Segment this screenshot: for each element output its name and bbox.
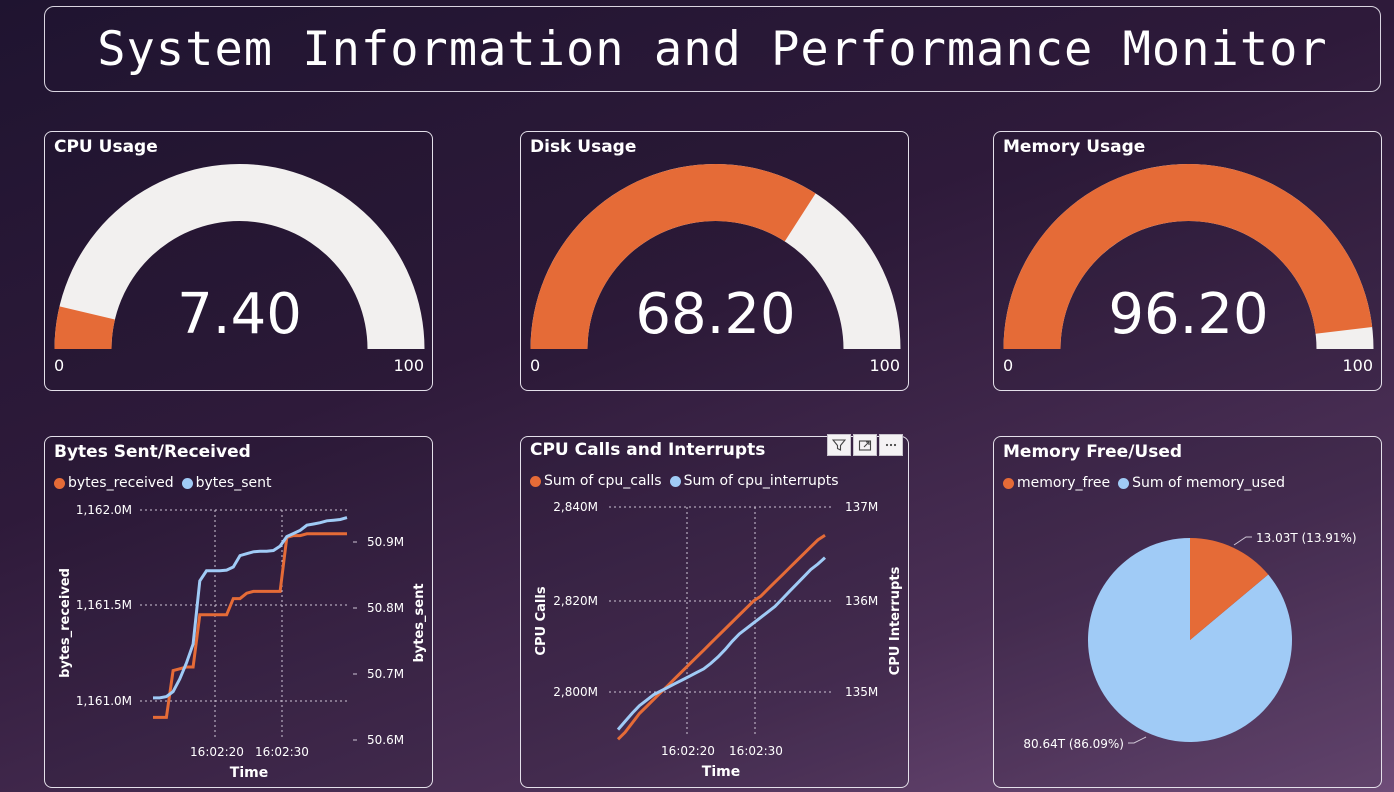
y-tick-left: 2,820M [553, 594, 598, 608]
gauge-max-label: 100 [393, 356, 424, 375]
filter-icon[interactable] [827, 434, 851, 456]
cpu-calls-interrupts-card[interactable]: CPU Calls and Interrupts Sum of cpu_call… [520, 436, 909, 788]
gauge-min-label: 0 [1003, 356, 1014, 375]
more-options-icon[interactable] [879, 434, 903, 456]
pie-data-label-used: 80.64T (86.09%) [1023, 737, 1124, 751]
pie-data-label-free: 13.03T (13.91%) [1256, 531, 1357, 545]
y-tick-left: 1,161.5M [76, 598, 132, 612]
right-ticks-marks [353, 541, 357, 741]
memory-usage-card[interactable]: Memory Usage 96.20 0 100 [993, 131, 1382, 391]
y-axis-label-left: CPU Calls [534, 586, 549, 655]
cpu-gauge [54, 164, 425, 349]
gauge-value: 68.20 [635, 282, 796, 347]
cpu-line-chart: 2,840M 2,820M 2,800M 137M 136M 135M 16:0… [534, 500, 903, 780]
bytes-line-chart: 1,162.0M 1,161.5M 1,161.0M 50.9M 50.8M 5… [58, 503, 427, 781]
y-tick-right: 137M [845, 500, 878, 514]
gauge-min-label: 0 [530, 356, 541, 375]
leader-line-used [1128, 736, 1147, 744]
grid [609, 506, 833, 735]
y-tick-right: 50.6M [367, 733, 404, 747]
x-axis-label: Time [230, 765, 268, 781]
x-tick: 16:02:20 [661, 744, 715, 758]
gauge-min-label: 0 [54, 356, 65, 375]
disk-gauge [530, 164, 901, 349]
y-tick-right: 50.9M [367, 535, 404, 549]
page-title: System Information and Performance Monit… [97, 21, 1328, 77]
gauge-value: 96.20 [1108, 282, 1269, 347]
x-tick: 16:02:30 [255, 745, 309, 759]
y-tick-left: 2,840M [553, 500, 598, 514]
y-tick-right: 50.7M [367, 667, 404, 681]
cpu-usage-card[interactable]: CPU Usage 7.40 0 100 [44, 131, 433, 391]
gauge-value: 7.40 [177, 282, 302, 347]
gauge-max-label: 100 [869, 356, 900, 375]
y-axis-label-left: bytes_received [58, 568, 73, 678]
y-axis-label-right: bytes_sent [412, 583, 427, 662]
series-line-cpu-calls [616, 533, 826, 741]
dashboard-title-box: System Information and Performance Monit… [44, 6, 1381, 92]
x-tick: 16:02:20 [190, 745, 244, 759]
y-tick-right: 136M [845, 594, 878, 608]
x-tick: 16:02:30 [729, 744, 783, 758]
bytes-sent-received-card[interactable]: Bytes Sent/Received bytes_received bytes… [44, 436, 433, 788]
y-axis-label-right: CPU Interrupts [888, 566, 903, 675]
y-tick-right: 135M [845, 685, 878, 699]
memory-gauge [1003, 163, 1374, 349]
y-tick-right: 50.8M [367, 601, 404, 615]
y-tick-left: 1,162.0M [76, 503, 132, 517]
visual-header-toolbar [827, 434, 903, 456]
leader-line-free [1233, 536, 1252, 546]
x-axis-label: Time [702, 764, 740, 780]
grid [140, 509, 350, 739]
series-line-bytes-received [153, 532, 347, 719]
series-line-bytes-sent [153, 516, 348, 700]
y-tick-left: 2,800M [553, 685, 598, 699]
focus-mode-icon[interactable] [853, 434, 877, 456]
disk-usage-card[interactable]: Disk Usage 68.20 0 100 [520, 131, 909, 391]
memory-pie-chart: 13.03T (13.91%) 80.64T (86.09%) [1023, 531, 1357, 751]
gauge-max-label: 100 [1342, 356, 1373, 375]
memory-free-used-card[interactable]: Memory Free/Used memory_free Sum of memo… [993, 436, 1382, 788]
y-tick-left: 1,161.0M [76, 694, 132, 708]
